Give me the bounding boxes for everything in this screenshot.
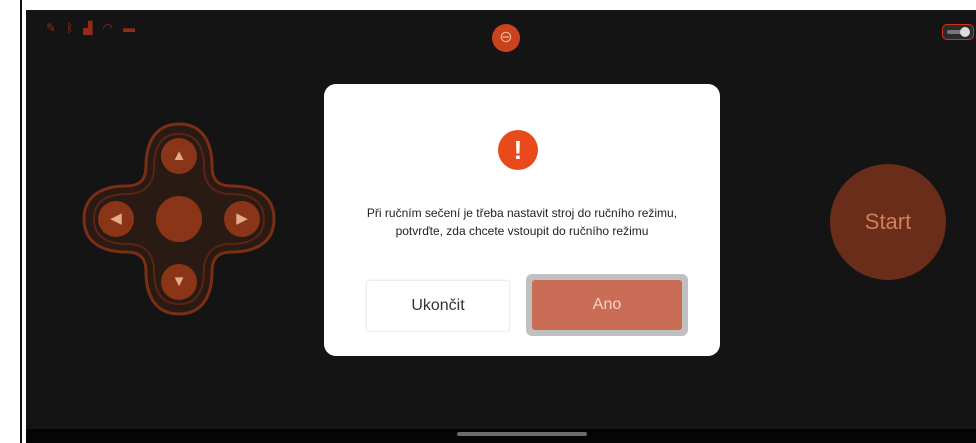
dialog-message: Při ručním sečení je třeba nastavit stro… xyxy=(366,206,678,238)
window-edge xyxy=(0,0,22,443)
confirm-button[interactable]: Ano xyxy=(532,280,682,330)
confirm-button-focus-ring: Ano xyxy=(526,274,688,336)
pencil-icon: ✎ xyxy=(46,21,57,35)
mode-toggle[interactable] xyxy=(942,24,974,40)
battery-icon: ▬ xyxy=(122,21,135,35)
dpad-down-button[interactable]: ▼ xyxy=(161,264,197,300)
manual-mode-dialog: ! Při ručním sečení je třeba nastavit st… xyxy=(324,84,720,356)
mower-logo-icon[interactable]: ⊖ xyxy=(492,24,520,52)
device-screen: ✎ ᛒ ▟ ◠ ▬ ⊖ ▲ ▼ ◀ ▶ Start ! Při ručním s… xyxy=(26,10,976,443)
cancel-button[interactable]: Ukončit xyxy=(366,280,510,332)
home-indicator[interactable] xyxy=(457,432,587,436)
bluetooth-icon: ᛒ xyxy=(66,21,74,35)
alert-icon: ! xyxy=(498,130,538,170)
dpad-right-button[interactable]: ▶ xyxy=(224,201,260,237)
dpad-up-button[interactable]: ▲ xyxy=(161,138,197,174)
navigation-bar xyxy=(26,429,976,443)
start-button[interactable]: Start xyxy=(830,164,946,280)
dpad-center-button[interactable] xyxy=(156,196,202,242)
app-frame: ✎ ᛒ ▟ ◠ ▬ ⊖ ▲ ▼ ◀ ▶ Start ! Při ručním s… xyxy=(0,0,976,443)
wifi-icon: ◠ xyxy=(102,21,113,35)
toggle-knob xyxy=(960,27,970,37)
signal-icon: ▟ xyxy=(83,21,93,35)
direction-pad: ▲ ▼ ◀ ▶ xyxy=(78,118,280,320)
status-bar: ✎ ᛒ ▟ ◠ ▬ xyxy=(46,18,135,38)
dpad-left-button[interactable]: ◀ xyxy=(98,201,134,237)
